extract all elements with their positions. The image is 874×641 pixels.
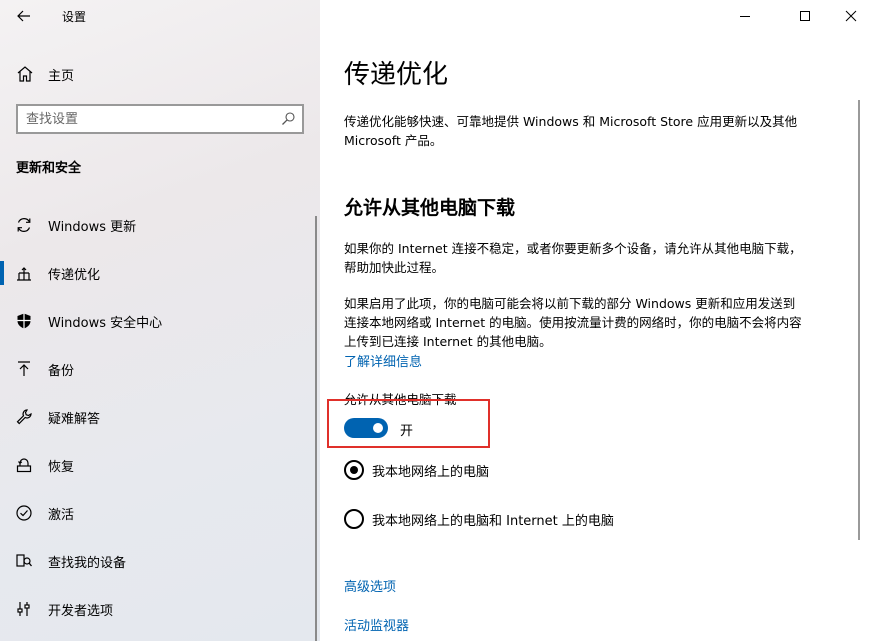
radio-label-local-network[interactable]: 我本地网络上的电脑 [372, 461, 489, 480]
activity-monitor-link[interactable]: 活动监视器 [344, 615, 409, 634]
home-icon [17, 66, 33, 82]
wrench-icon [16, 409, 32, 425]
maximize-icon [800, 11, 810, 21]
sidebar-section-title: 更新和安全 [16, 161, 82, 176]
sidebar-item-activation[interactable]: 激活 [0, 489, 320, 537]
sidebar-item-label: 恢复 [48, 460, 75, 475]
maximize-button[interactable] [790, 4, 820, 28]
delivery-optimization-icon [17, 267, 31, 281]
sidebar-item-label: 疑难解答 [48, 412, 101, 427]
sidebar-item-label: 备份 [48, 364, 75, 379]
close-icon [845, 10, 857, 22]
minimize-icon [740, 16, 750, 17]
sidebar-item-recovery[interactable]: 恢复 [0, 441, 320, 489]
section-heading: 允许从其他电脑下载 [344, 197, 516, 219]
minimize-button[interactable] [730, 4, 760, 28]
learn-more-link[interactable]: 了解详细信息 [344, 351, 422, 370]
shield-icon [17, 313, 31, 329]
backup-arrow-icon [18, 361, 30, 376]
sidebar-item-backup[interactable]: 备份 [0, 345, 320, 393]
sidebar-item-delivery-optimization[interactable]: 传递优化 [0, 249, 320, 297]
sidebar-item-windows-update[interactable]: Windows 更新 [0, 201, 320, 249]
main-pane: 传递优化 传递优化能够快速、可靠地提供 Windows 和 Microsoft … [320, 0, 874, 641]
sidebar-item-label: Windows 安全中心 [48, 316, 163, 331]
sidebar-item-find-my-device[interactable]: 查找我的设备 [0, 537, 320, 585]
sidebar: 设置 主页 更新和安全 Windows 更新 传递优 [0, 0, 320, 641]
back-arrow-icon [17, 10, 30, 22]
description-paragraph-1: 如果你的 Internet 连接不稳定，或者你要更新多个设备，请允许从其他电脑下… [344, 241, 802, 275]
sidebar-item-label: 查找我的设备 [48, 556, 127, 571]
sidebar-item-developer-options[interactable]: 开发者选项 [0, 585, 320, 633]
recovery-icon [16, 458, 32, 473]
allow-downloads-toggle[interactable] [344, 418, 388, 438]
advanced-options-link[interactable]: 高级选项 [344, 576, 396, 595]
search-icon[interactable] [280, 111, 296, 127]
search-input[interactable] [26, 110, 276, 128]
check-circle-icon [16, 505, 32, 521]
refresh-icon [17, 218, 31, 232]
sidebar-scrollbar[interactable] [315, 216, 317, 641]
search-box[interactable] [16, 104, 304, 134]
back-button[interactable] [10, 4, 38, 28]
description-paragraph-2: 如果启用了此项，你的电脑可能会将以前下载的部分 Windows 更新和应用发送到… [344, 296, 802, 349]
sidebar-item-label: 激活 [48, 508, 75, 523]
page-title: 传递优化 [344, 60, 449, 90]
toggle-label: 允许从其他电脑下载 [344, 392, 457, 407]
developer-sliders-icon [17, 602, 30, 616]
radio-local-and-internet[interactable] [344, 509, 364, 529]
sidebar-item-windows-security[interactable]: Windows 安全中心 [0, 297, 320, 345]
radio-local-network[interactable] [344, 460, 364, 480]
intro-text: 传递优化能够快速、可靠地提供 Windows 和 Microsoft Store… [344, 114, 798, 148]
radio-label-local-and-internet[interactable]: 我本地网络上的电脑和 Internet 上的电脑 [372, 510, 614, 529]
close-button[interactable] [836, 4, 866, 28]
toggle-state-text: 开 [400, 424, 414, 439]
app-title: 设置 [62, 10, 87, 24]
sidebar-item-label: 传递优化 [48, 268, 101, 283]
sidebar-item-label: 开发者选项 [48, 604, 114, 619]
sidebar-nav: Windows 更新 传递优化 Windows 安全中心 备份 疑难解答 恢复 … [0, 201, 320, 633]
sidebar-item-troubleshoot[interactable]: 疑难解答 [0, 393, 320, 441]
home-label: 主页 [48, 69, 75, 84]
titlebar-left: 设置 [0, 0, 320, 32]
find-device-icon [16, 554, 33, 567]
sidebar-item-label: Windows 更新 [48, 220, 137, 235]
main-scrollbar[interactable] [858, 100, 860, 540]
sidebar-item-home[interactable]: 主页 [0, 58, 320, 88]
